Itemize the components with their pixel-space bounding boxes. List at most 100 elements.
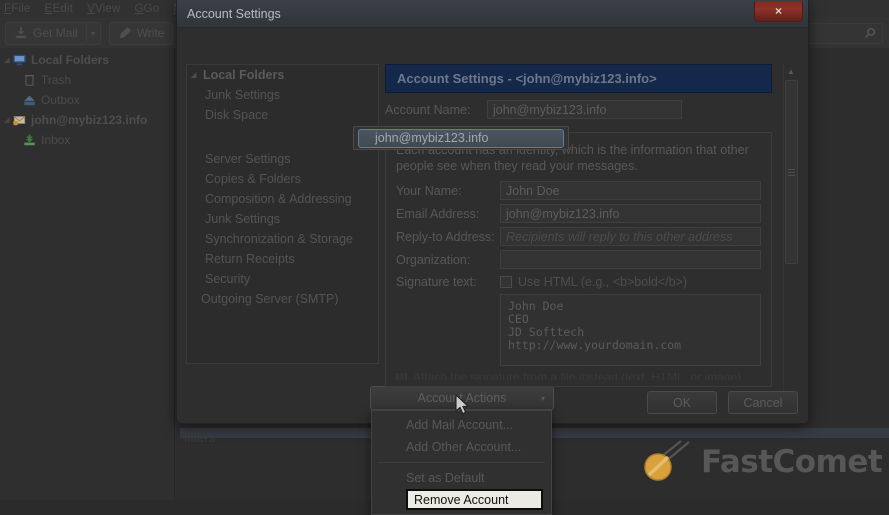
folder-label: Local Folders <box>31 53 110 67</box>
scrollbar-thumb[interactable] <box>785 80 798 264</box>
close-icon: × <box>774 4 782 18</box>
your-name-row: Your Name: John Doe <box>396 181 761 200</box>
tree-item-selected-wrapper: ◢ john@mybiz123.info <box>353 126 569 150</box>
tree-item-account-placeholder <box>187 125 378 149</box>
twisty-icon[interactable]: ◢ <box>363 134 375 142</box>
tree-item-label: Server Settings <box>205 152 291 166</box>
close-button[interactable]: × <box>754 1 803 22</box>
account-settings-panel: Account Settings - <john@mybiz123.info> … <box>385 64 772 404</box>
organization-input[interactable] <box>500 250 761 269</box>
get-mail-dropdown[interactable]: ▾ <box>86 21 101 45</box>
twisty-icon[interactable]: ◢ <box>2 116 12 124</box>
search-icon <box>864 27 876 39</box>
local-folders-icon <box>13 54 26 66</box>
tree-item-label: Disk Space <box>205 108 269 122</box>
attach-signature-checkbox[interactable] <box>396 373 407 380</box>
your-name-label: Your Name: <box>396 183 462 198</box>
scroll-up-button[interactable]: ▲ <box>784 64 798 78</box>
get-mail-label: Get Mail <box>33 26 78 40</box>
panel-header: Account Settings - <john@mybiz123.info> <box>385 64 772 93</box>
organization-label: Organization: <box>396 252 471 267</box>
download-mail-icon <box>15 26 27 39</box>
menu-item-set-as-default[interactable]: Set as Default <box>372 467 551 489</box>
tree-item-label: Composition & Addressing <box>205 192 352 206</box>
ok-label: OK <box>672 395 692 410</box>
outbox-icon <box>24 95 35 106</box>
tree-item-junk-settings-local[interactable]: Junk Settings <box>187 85 378 105</box>
account-actions-menu[interactable]: Add Mail Account... Add Other Account...… <box>371 410 552 515</box>
tree-item-label: Synchronization & Storage <box>205 232 354 246</box>
account-settings-dialog: Account Settings × ◢ Local Folders Junk … <box>176 0 809 515</box>
tree-item-label: Junk Settings <box>205 88 281 102</box>
settings-tree[interactable]: ◢ Local Folders Junk Settings Disk Space… <box>186 64 379 364</box>
cancel-button[interactable]: Cancel <box>728 391 798 414</box>
folder-label: Trash <box>41 73 72 87</box>
signature-row: Signature text: Use HTML (e.g., <b>bold<… <box>396 275 761 289</box>
get-mail-button[interactable]: Get Mail <box>5 21 87 45</box>
write-label: Write <box>136 26 165 40</box>
dialog-button-row: OK Cancel <box>647 391 798 414</box>
menu-item-add-other-account[interactable]: Add Other Account... <box>372 436 551 458</box>
mouse-pointer-icon <box>455 394 469 415</box>
reply-to-address-row: Reply-to Address: Recipients will reply … <box>396 227 761 246</box>
attach-signature-label: Attach the signature from a file instead… <box>413 373 742 380</box>
folder-row-outbox[interactable]: Outbox <box>0 90 174 110</box>
fastcomet-watermark: FastComet <box>641 440 883 484</box>
comet-icon <box>644 440 690 481</box>
organization-row: Organization: <box>396 250 761 269</box>
your-name-input[interactable]: John Doe <box>500 181 761 200</box>
tree-item-composition-addressing[interactable]: Composition & Addressing <box>187 189 378 209</box>
write-button[interactable]: Write <box>108 21 174 45</box>
tree-item-label: Security <box>205 272 251 286</box>
menu-item-go[interactable]: GGo <box>134 3 159 15</box>
tree-item-label: Junk Settings <box>205 212 281 226</box>
tree-item-label: Outgoing Server (SMTP) <box>201 292 339 306</box>
tree-item-server-settings[interactable]: Server Settings <box>187 149 378 169</box>
twisty-icon[interactable]: ◢ <box>191 71 203 79</box>
folder-row-trash[interactable]: Trash <box>0 70 174 90</box>
tree-item-copies-folders[interactable]: Copies & Folders <box>187 169 378 189</box>
tree-item-return-receipts[interactable]: Return Receipts <box>187 249 378 269</box>
use-html-checkbox[interactable] <box>500 276 512 288</box>
account-name-label: Account Name: <box>385 102 471 117</box>
reply-to-address-input[interactable]: Recipients will reply to this other addr… <box>500 227 761 246</box>
dialog-titlebar[interactable]: Account Settings × <box>177 0 808 28</box>
panel-scrollbar[interactable]: ▲ ▼ <box>783 64 798 408</box>
menu-item-edit[interactable]: EEdit <box>45 3 74 15</box>
ok-button[interactable]: OK <box>647 391 717 414</box>
scrollbar-track[interactable] <box>784 78 798 394</box>
tree-item-security[interactable]: Security <box>187 269 378 289</box>
signature-textarea[interactable]: John Doe CEO JD Softtech http://www.your… <box>500 294 761 366</box>
grip-icon <box>788 167 795 178</box>
tree-item-disk-space[interactable]: Disk Space <box>187 105 378 125</box>
account-name-row: Account Name: john@mybiz123.info <box>385 100 772 119</box>
tree-item-label: Local Folders <box>203 68 285 82</box>
menu-item-file[interactable]: FFile <box>4 3 31 15</box>
twisty-icon[interactable]: ◢ <box>2 56 12 64</box>
dialog-body: ◢ Local Folders Junk Settings Disk Space… <box>177 28 808 515</box>
attach-signature-row: Attach the signature from a file instead… <box>396 373 761 380</box>
email-address-row: Email Address: john@mybiz123.info <box>396 204 761 223</box>
email-address-input[interactable]: john@mybiz123.info <box>500 204 761 223</box>
tree-item-label: Return Receipts <box>205 252 295 266</box>
signature-text-label: Signature text: <box>396 275 477 289</box>
folder-row-local-folders[interactable]: ◢ Local Folders <box>0 50 174 70</box>
tree-item-local-folders[interactable]: ◢ Local Folders <box>187 65 378 85</box>
folder-row-inbox[interactable]: Inbox <box>0 130 174 150</box>
tree-item-synchronization-storage[interactable]: Synchronization & Storage <box>187 229 378 249</box>
folder-row-account[interactable]: ◢ john@mybiz123.info <box>0 110 174 130</box>
tree-item-junk-settings-account[interactable]: Junk Settings <box>187 209 378 229</box>
tree-item-account-selected[interactable]: ◢ john@mybiz123.info <box>358 128 564 148</box>
tree-item-label: john@mybiz123.info <box>375 131 489 145</box>
tree-item-outgoing-server-smtp[interactable]: Outgoing Server (SMTP) <box>187 289 378 309</box>
watermark-text: FastComet <box>701 444 883 480</box>
account-name-input[interactable]: john@mybiz123.info <box>487 100 682 119</box>
reply-to-address-label: Reply-to Address: <box>396 229 495 244</box>
tree-item-label: Copies & Folders <box>205 172 301 186</box>
menu-item-view[interactable]: VView <box>87 3 120 15</box>
filters-link[interactable]: filters <box>184 430 215 445</box>
use-html-label: Use HTML (e.g., <b>bold</b>) <box>518 275 688 289</box>
pencil-icon <box>119 26 131 39</box>
menu-item-label: Set as Default <box>406 471 485 485</box>
cancel-label: Cancel <box>743 395 783 410</box>
